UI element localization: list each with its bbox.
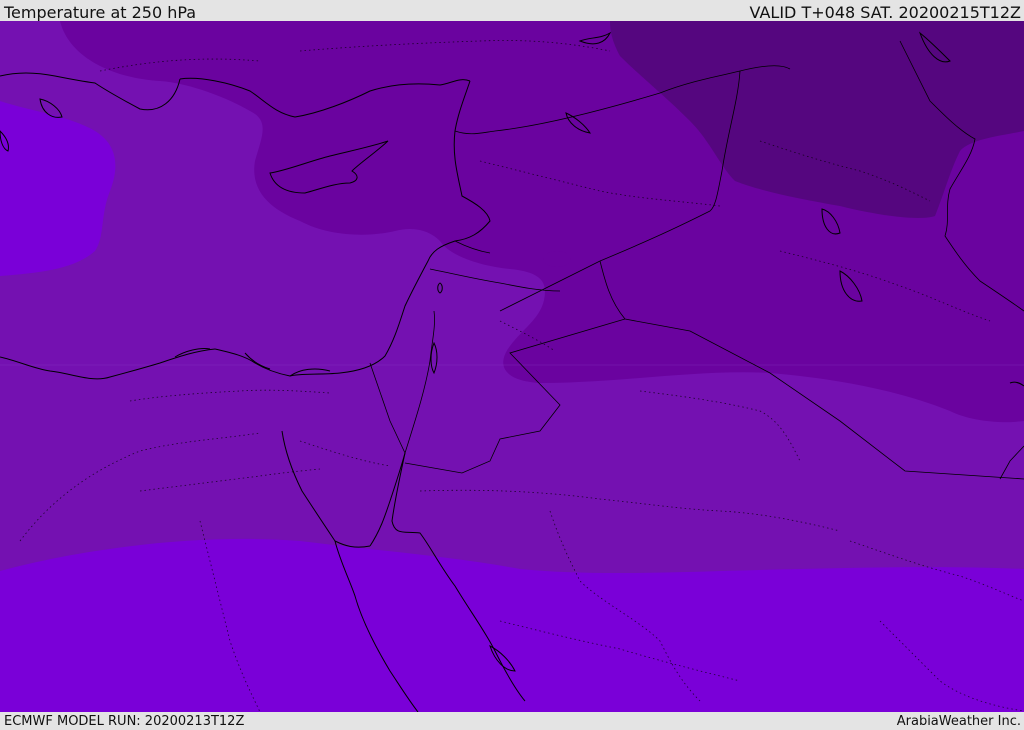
- footer-bar: ECMWF MODEL RUN: 20200213T12Z ArabiaWeat…: [0, 712, 1024, 729]
- temperature-map[interactable]: [0, 21, 1024, 712]
- header-bar: Temperature at 250 hPa VALID T+048 SAT. …: [0, 0, 1024, 22]
- map-title: Temperature at 250 hPa: [4, 3, 197, 22]
- credit-label: ArabiaWeather Inc.: [896, 714, 1021, 729]
- model-run-label: ECMWF MODEL RUN: 20200213T12Z: [4, 714, 245, 729]
- valid-time-label: VALID T+048 SAT. 20200215T12Z: [749, 3, 1021, 22]
- field-dark-patch: [543, 251, 571, 267]
